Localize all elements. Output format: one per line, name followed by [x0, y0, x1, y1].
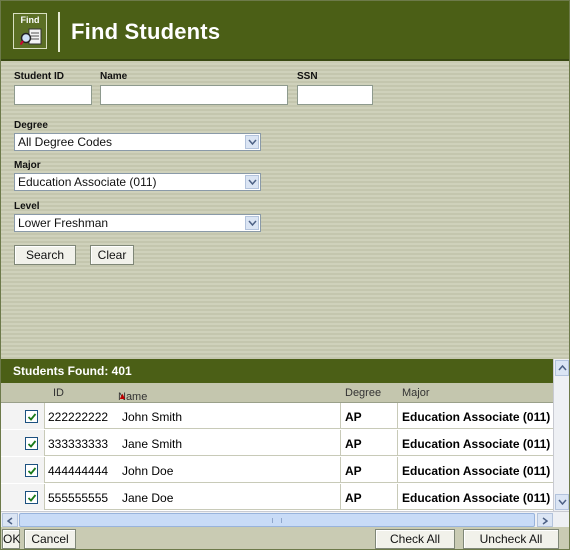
column-divider	[397, 484, 398, 510]
degree-select-value: All Degree Codes	[18, 135, 113, 149]
table-row[interactable]: 555555555 Jane Doe AP Education Associat…	[1, 484, 553, 510]
row-major: Education Associate (011)	[402, 464, 551, 478]
degree-select[interactable]: All Degree Codes	[14, 133, 261, 151]
column-divider	[340, 430, 341, 456]
column-divider	[340, 484, 341, 510]
column-divider	[397, 457, 398, 483]
row-id: 555555555	[48, 491, 109, 505]
results-horizontal-scrollbar[interactable]	[1, 511, 569, 527]
ssn-label: SSN	[297, 71, 318, 82]
column-header-major[interactable]: Major	[402, 387, 430, 399]
column-divider	[397, 403, 398, 429]
row-degree: AP	[345, 464, 362, 478]
action-bar: OK Cancel Check All Uncheck All	[1, 528, 569, 549]
row-degree: AP	[345, 410, 362, 424]
level-select[interactable]: Lower Freshman	[14, 214, 261, 232]
column-divider	[340, 403, 341, 429]
find-tile: Find	[13, 13, 47, 49]
clear-button[interactable]: Clear	[90, 245, 134, 265]
find-students-icon	[19, 28, 42, 46]
student-id-label: Student ID	[14, 71, 64, 82]
uncheck-all-button[interactable]: Uncheck All	[463, 529, 559, 549]
chevron-down-icon[interactable]	[245, 216, 259, 230]
row-checkbox-cell	[1, 403, 45, 429]
degree-label: Degree	[14, 120, 48, 131]
ssn-input[interactable]	[297, 85, 373, 105]
table-row[interactable]: 333333333 Jane Smith AP Education Associ…	[1, 430, 553, 456]
header-bar: Find Find Students	[1, 1, 569, 61]
ok-button[interactable]: OK	[2, 529, 20, 549]
row-name: John Smith	[122, 410, 183, 424]
table-row[interactable]: 444444444 John Doe AP Education Associat…	[1, 457, 553, 483]
cancel-button[interactable]: Cancel	[24, 529, 76, 549]
scroll-left-icon[interactable]	[2, 513, 18, 527]
check-all-button[interactable]: Check All	[375, 529, 455, 549]
sort-ascending-icon: ▲	[118, 391, 127, 401]
row-id: 222222222	[48, 410, 109, 424]
row-checkbox[interactable]	[25, 410, 38, 423]
find-tile-label: Find	[20, 15, 40, 25]
column-divider	[397, 430, 398, 456]
column-header-degree[interactable]: Degree	[345, 387, 381, 399]
row-checkbox[interactable]	[25, 437, 38, 450]
chevron-down-icon[interactable]	[245, 175, 259, 189]
search-button[interactable]: Search	[14, 245, 76, 265]
row-degree: AP	[345, 491, 362, 505]
scroll-up-icon[interactable]	[555, 360, 569, 376]
table-row[interactable]: 222222222 John Smith AP Education Associ…	[1, 403, 553, 429]
header-separator	[58, 12, 60, 52]
results-column-header: ID Name ▲ Degree Major	[1, 383, 553, 403]
student-id-input[interactable]	[14, 85, 92, 105]
row-checkbox-cell	[1, 430, 45, 456]
major-select-value: Education Associate (011)	[18, 175, 157, 189]
row-id: 333333333	[48, 437, 109, 451]
results-vertical-scrollbar[interactable]	[553, 359, 569, 511]
scroll-right-icon[interactable]	[537, 513, 553, 527]
row-major: Education Associate (011)	[402, 491, 551, 505]
name-label: Name	[100, 71, 128, 82]
page-title: Find Students	[71, 19, 221, 44]
search-panel: Student ID Name SSN Degree All Degree Co…	[1, 63, 569, 359]
column-divider	[340, 457, 341, 483]
row-checkbox-cell	[1, 457, 45, 483]
row-checkbox-cell	[1, 484, 45, 510]
column-header-id[interactable]: ID	[53, 387, 64, 399]
scroll-down-icon[interactable]	[555, 494, 569, 510]
results-table: 222222222 John Smith AP Education Associ…	[1, 403, 553, 511]
level-label: Level	[14, 201, 40, 212]
students-found-header: Students Found: 401	[1, 359, 553, 383]
find-students-window: Find Find Students Student ID Name SSN D…	[0, 0, 570, 550]
row-name: John Doe	[122, 464, 174, 478]
row-id: 444444444	[48, 464, 109, 478]
row-checkbox[interactable]	[25, 464, 38, 477]
row-major: Education Associate (011)	[402, 437, 551, 451]
scroll-grip-icon	[272, 518, 282, 523]
row-degree: AP	[345, 437, 362, 451]
row-checkbox[interactable]	[25, 491, 38, 504]
major-label: Major	[14, 160, 41, 171]
row-name: Jane Doe	[122, 491, 174, 505]
level-select-value: Lower Freshman	[18, 216, 109, 230]
row-name: Jane Smith	[122, 437, 183, 451]
row-major: Education Associate (011)	[402, 410, 551, 424]
major-select[interactable]: Education Associate (011)	[14, 173, 261, 191]
chevron-down-icon[interactable]	[245, 135, 259, 149]
name-input[interactable]	[100, 85, 288, 105]
horizontal-scroll-thumb[interactable]	[19, 513, 535, 527]
